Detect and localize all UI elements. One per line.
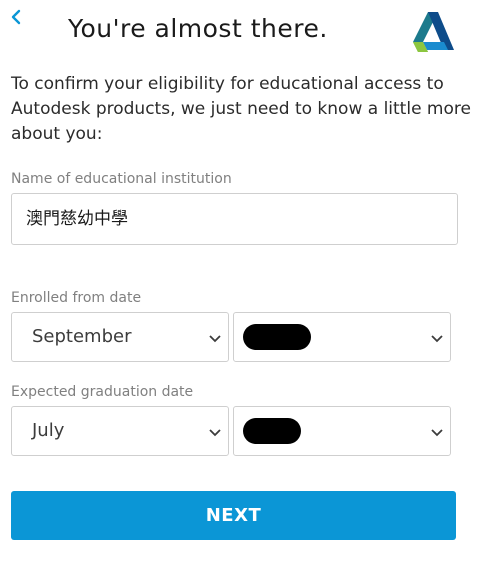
graduation-month-value: July [32,420,65,441]
enrolled-year-select[interactable] [233,312,451,362]
graduation-label: Expected graduation date [11,384,194,400]
enrolled-month-value: September [32,326,132,347]
back-button[interactable] [8,8,26,28]
chevron-down-icon [209,429,221,437]
chevron-down-icon [431,335,443,343]
chevron-down-icon [431,429,443,437]
chevron-left-icon [11,9,21,25]
enrolled-label: Enrolled from date [11,290,142,306]
graduation-year-select[interactable] [233,406,451,456]
institution-input[interactable]: 澳門慈幼中學 [11,193,458,245]
redacted-enrolled-year [243,324,311,350]
enrolled-month-select[interactable]: September [11,312,229,362]
autodesk-logo [410,10,456,52]
redacted-graduation-year [243,418,301,444]
intro-text: To confirm your eligibility for educatio… [11,74,471,144]
graduation-month-select[interactable]: July [11,406,229,456]
page-title: You're almost there. [68,14,328,43]
institution-label: Name of educational institution [11,171,232,187]
next-button[interactable]: NEXT [11,491,456,540]
education-eligibility-page: You're almost there. To confirm your eli… [0,0,488,570]
chevron-down-icon [209,335,221,343]
